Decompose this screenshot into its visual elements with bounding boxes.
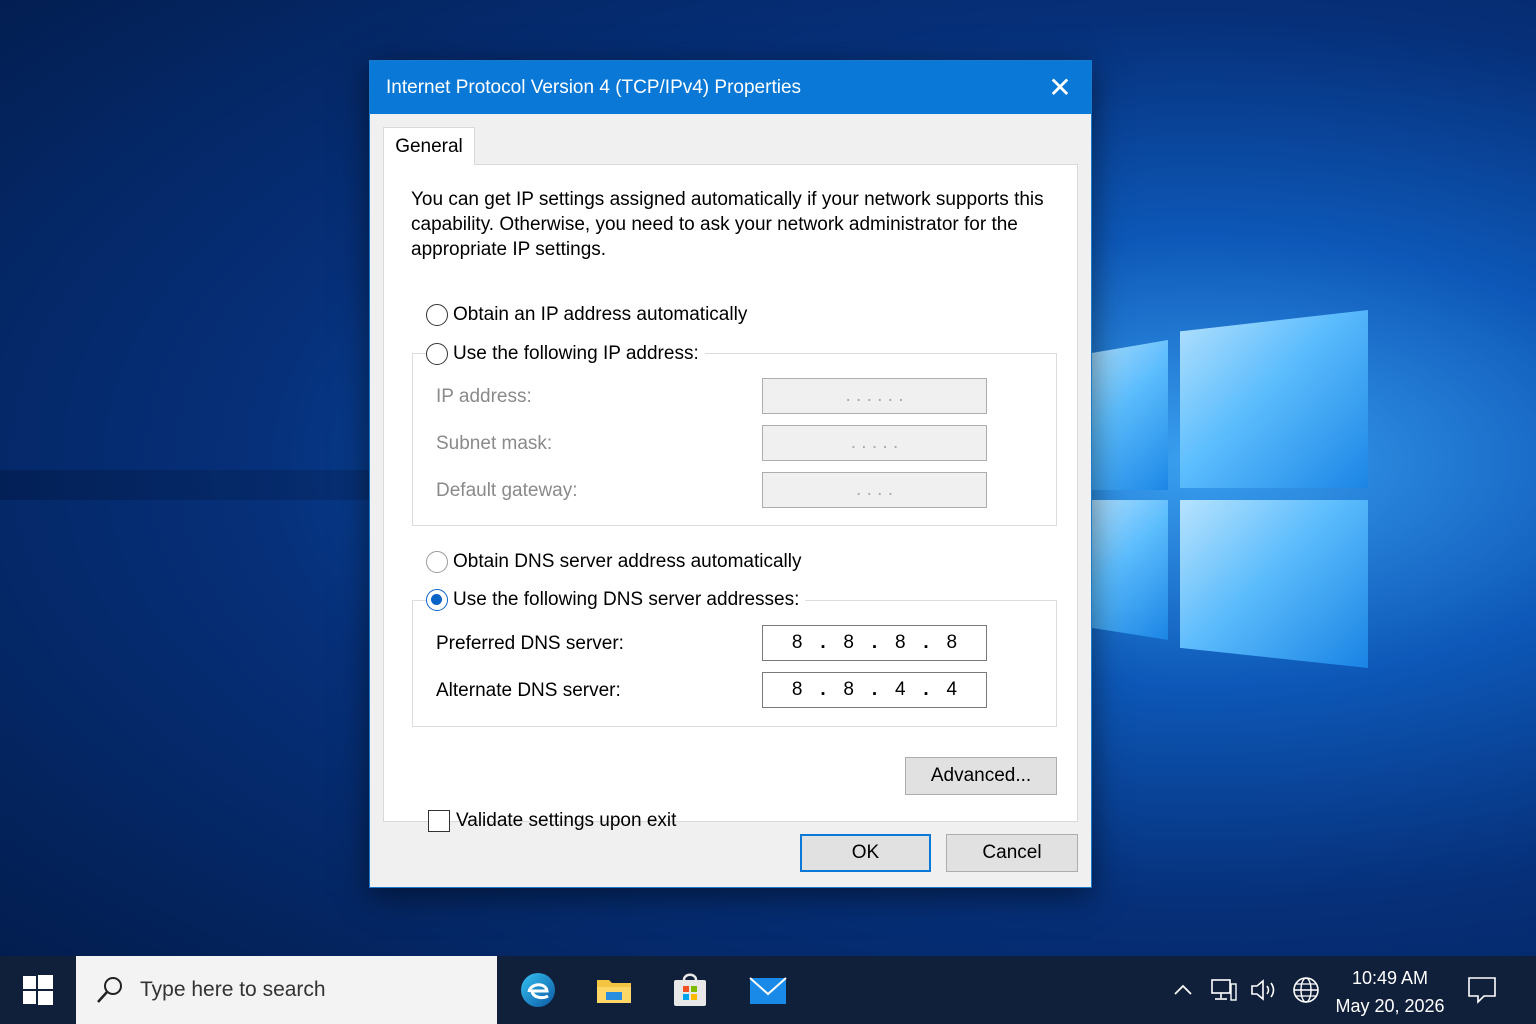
validate-settings-checkbox[interactable]: Validate settings upon exit [428,810,676,832]
ip-address-group: IP address: . . . . . . Subnet mask: . .… [412,353,1057,526]
dialog-title: Internet Protocol Version 4 (TCP/IPv4) P… [386,76,802,98]
obtain-ip-auto-radio[interactable]: Obtain an IP address automatically [426,304,754,326]
notification-icon[interactable] [1462,956,1502,1024]
chevron-up-icon[interactable] [1168,956,1198,1024]
clock[interactable]: 10:49 AM May 20, 2026 [1330,964,1450,1020]
radio-circle [426,304,448,326]
radio-circle-selected [426,589,448,611]
ip-address-label: IP address: [436,386,532,407]
ipv4-properties-dialog: Internet Protocol Version 4 (TCP/IPv4) P… [369,60,1092,888]
dns-server-group: Preferred DNS server: 8. 8. 8. 8 Alterna… [412,600,1057,727]
wallpaper-windows-logo [1080,310,1370,670]
tab-general[interactable]: General [383,127,475,165]
octet: 8 [791,679,803,700]
windows-logo-icon [23,975,53,1005]
volume-icon[interactable] [1246,956,1282,1024]
radio-circle [426,551,448,573]
store-icon[interactable] [670,970,710,1010]
alternate-dns-field[interactable]: 8. 8. 4. 4 [762,672,987,708]
clock-time: 10:49 AM [1351,968,1429,988]
start-button[interactable] [0,956,76,1024]
subnet-mask-label: Subnet mask: [436,433,553,454]
octet: 4 [946,679,958,700]
octet: 4 [894,679,906,700]
ip-address-field: . . . . . . [762,378,987,414]
obtain-ip-auto-label: Obtain an IP address automatically [453,304,748,325]
cancel-button[interactable]: Cancel [946,834,1078,872]
language-icon[interactable] [1288,956,1324,1024]
clock-date: May 20, 2026 [1335,996,1445,1016]
preferred-dns-field[interactable]: 8. 8. 8. 8 [762,625,987,661]
advanced-button[interactable]: Advanced... [905,757,1057,795]
mail-icon[interactable] [748,970,788,1010]
use-following-ip-radio[interactable]: Use the following IP address: [426,343,705,365]
taskbar: Type here to search 10:49 AM May 20, 202… [0,956,1536,1024]
preferred-dns-label: Preferred DNS server: [436,633,624,654]
network-icon[interactable] [1206,956,1242,1024]
octet: 8 [946,632,958,653]
subnet-mask-field: . . . . . [762,425,987,461]
ok-button[interactable]: OK [800,834,931,872]
radio-circle [426,343,448,365]
use-following-dns-radio[interactable]: Use the following DNS server addresses: [426,589,806,611]
general-panel: You can get IP settings assigned automat… [383,164,1078,832]
use-following-ip-label: Use the following IP address: [453,343,699,364]
use-following-dns-label: Use the following DNS server addresses: [453,589,800,610]
checkbox-box [428,810,450,832]
default-gateway-label: Default gateway: [436,480,578,501]
octet: 8 [894,632,906,653]
close-button[interactable]: ✕ [1029,61,1091,114]
octet: 8 [843,632,854,653]
obtain-dns-auto-radio[interactable]: Obtain DNS server address automatically [426,551,808,573]
search-placeholder: Type here to search [140,978,326,1001]
taskbar-search-box[interactable]: Type here to search [76,956,497,1024]
octet: 8 [791,632,803,653]
alternate-dns-label: Alternate DNS server: [436,680,621,701]
dialog-titlebar: Internet Protocol Version 4 (TCP/IPv4) P… [370,61,1091,114]
search-icon [97,977,122,1003]
validate-settings-label: Validate settings upon exit [456,810,677,831]
intro-text: You can get IP settings assigned automat… [411,189,1044,260]
edge-icon[interactable] [518,970,558,1010]
octet: 8 [843,679,854,700]
obtain-dns-auto-label: Obtain DNS server address automatically [453,551,802,572]
default-gateway-field: . . . . [762,472,987,508]
file-explorer-icon[interactable] [594,970,634,1010]
